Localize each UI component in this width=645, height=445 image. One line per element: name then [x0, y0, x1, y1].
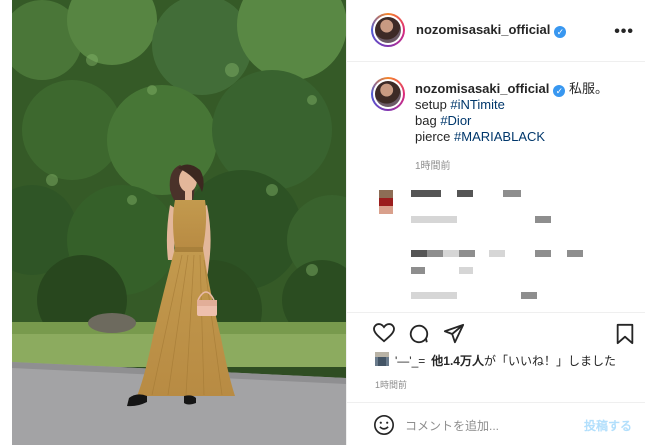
- smiley-face-icon[interactable]: [373, 414, 395, 436]
- post-caption: nozomisasaki_official ✓ 私服。 setup #iNTimi…: [415, 81, 635, 145]
- caption-line-bag: bag #Dior: [415, 113, 635, 129]
- caption-line-pierce: pierce #MARIABLACK: [415, 129, 635, 145]
- blurred-text: [411, 267, 425, 274]
- liker-name[interactable]: '—'_=: [395, 354, 425, 368]
- post-timestamp[interactable]: 1時間前: [375, 378, 407, 391]
- comment-avatar-blurred: [379, 190, 393, 198]
- caption-avatar[interactable]: [371, 77, 405, 111]
- comment-avatar-blurred-part: [379, 198, 393, 206]
- header-avatar[interactable]: [371, 13, 405, 47]
- blurred-text: [411, 250, 427, 257]
- blurred-text: [535, 250, 551, 257]
- liker-avatar[interactable]: [375, 352, 389, 366]
- blurred-text: [489, 250, 505, 257]
- add-comment-bar: コメントを追加... 投稿する: [347, 402, 645, 445]
- likes-count-link[interactable]: 他1.4万人: [431, 354, 484, 368]
- blurred-text: [427, 250, 443, 257]
- bookmark-icon[interactable]: [615, 323, 635, 345]
- caption-timestamp[interactable]: 1時間前: [415, 157, 451, 172]
- header-username[interactable]: nozomisasaki_official: [416, 22, 550, 37]
- blurred-text: [459, 250, 475, 257]
- blurred-text: [411, 216, 441, 223]
- header-username-link[interactable]: nozomisasaki_official ✓: [416, 22, 567, 38]
- blurred-text: [459, 267, 473, 274]
- blurred-text: [503, 190, 521, 197]
- blurred-text: [535, 216, 551, 223]
- caption-text: 私服。: [569, 81, 609, 96]
- post-photo[interactable]: [12, 0, 346, 445]
- blurred-text: [443, 250, 459, 257]
- hashtag-dior[interactable]: #Dior: [440, 113, 471, 128]
- caption-line-setup: setup #iNTimite: [415, 97, 635, 113]
- hashtag-intimite[interactable]: #iNTimite: [450, 97, 504, 112]
- more-options-icon[interactable]: •••: [614, 23, 634, 41]
- post-photo-image: [12, 0, 346, 445]
- comment-avatar-blurred-part: [379, 206, 393, 214]
- instagram-post-window: nozomisasaki_official ✓ ••• nozomisasaki_…: [0, 0, 645, 445]
- verified-badge-icon: ✓: [554, 26, 567, 38]
- blurred-text: [567, 250, 583, 257]
- action-bar: [347, 312, 645, 352]
- likes-suffix: が「いいね！」しました: [483, 354, 616, 368]
- post-side-panel: nozomisasaki_official ✓ ••• nozomisasaki_…: [346, 0, 645, 445]
- caption-prefix-setup: setup: [415, 97, 451, 112]
- caption-first-line: nozomisasaki_official ✓ 私服。: [415, 81, 635, 97]
- caption-prefix-bag: bag: [415, 113, 441, 128]
- caption-username[interactable]: nozomisasaki_official: [415, 81, 549, 96]
- post-header: nozomisasaki_official ✓ •••: [347, 0, 645, 62]
- post-comment-button[interactable]: 投稿する: [584, 417, 632, 434]
- caption-verified-badge-icon: ✓: [553, 85, 566, 97]
- blurred-text: [457, 190, 473, 197]
- comment-bubble-icon[interactable]: [408, 323, 430, 345]
- blurred-text: [521, 292, 537, 299]
- paper-plane-icon[interactable]: [443, 323, 465, 345]
- blurred-text: [411, 190, 441, 197]
- blurred-text: [441, 216, 457, 223]
- likes-summary: '—'_= 他1.4万人が「いいね！」しました: [395, 352, 616, 369]
- blurred-text: [411, 292, 441, 299]
- blurred-text: [441, 292, 457, 299]
- heart-icon[interactable]: [373, 323, 395, 343]
- comment-input[interactable]: コメントを追加...: [405, 417, 499, 434]
- caption-prefix-pierce: pierce: [415, 129, 455, 144]
- hashtag-mariablack[interactable]: #MARIABLACK: [454, 129, 545, 144]
